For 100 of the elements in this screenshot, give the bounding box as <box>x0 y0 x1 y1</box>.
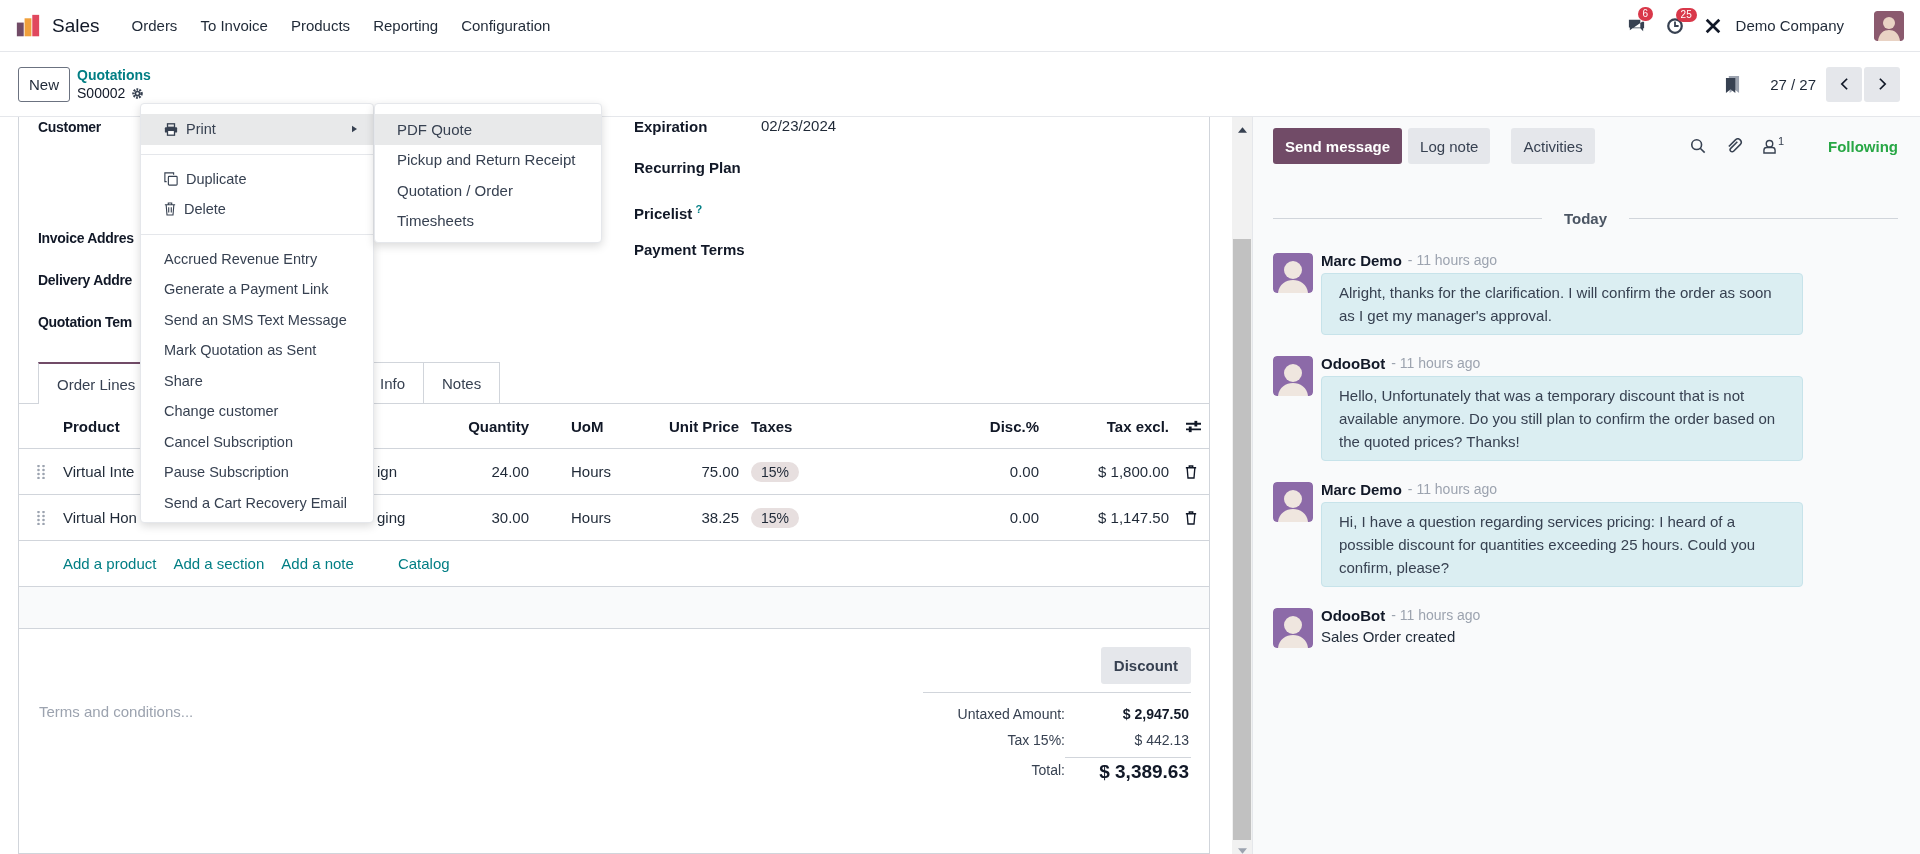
message-bubble: Alright, thanks for the clarification. I will confirm the order as soon as I get my manager's approval. <box>1321 273 1803 335</box>
menu-item[interactable]: Print <box>141 114 373 145</box>
trash-icon <box>164 202 176 217</box>
author-avatar[interactable] <box>1273 356 1313 396</box>
table-cell-text: 38.25 <box>700 509 740 526</box>
search-icon[interactable] <box>1689 138 1706 154</box>
nav-menu-item[interactable]: Configuration <box>451 17 564 34</box>
add-line-link[interactable]: Add a product <box>63 555 157 572</box>
menu-item[interactable]: Cancel Subscription <box>141 426 373 457</box>
gear-icon[interactable] <box>131 86 145 100</box>
clock-icon[interactable] <box>1665 16 1684 35</box>
app-logo-icon[interactable] <box>16 13 40 38</box>
message-time: - 11 hours ago <box>1391 607 1481 624</box>
author-name[interactable]: OdooBot <box>1321 607 1386 624</box>
menu-item[interactable]: Duplicate <box>141 163 373 194</box>
drag-handle-icon[interactable] <box>37 464 45 479</box>
trash-icon[interactable] <box>1185 464 1197 479</box>
table-cell-text: $ 1,800.00 <box>1097 463 1170 480</box>
tax-tag: 15% <box>751 508 800 528</box>
table-cell-text: Hours <box>570 509 612 526</box>
app-name[interactable]: Sales <box>52 14 100 37</box>
tab[interactable]: Notes <box>423 362 501 403</box>
breadcrumb-link[interactable]: Quotations <box>77 66 151 84</box>
nav-menu-item[interactable]: To Invoice <box>190 17 281 34</box>
caret-icon <box>352 125 357 134</box>
nav-menu-item[interactable]: Orders <box>121 17 191 34</box>
total-value: $ 2,947.50 <box>1121 706 1190 722</box>
add-line-link[interactable]: Add a section <box>173 555 265 572</box>
table-cell-text: 75.00 <box>700 463 740 480</box>
menu-item[interactable]: Generate a Payment Link <box>141 274 373 305</box>
submenu-item[interactable]: Pickup and Return Receipt <box>375 144 601 175</box>
menu-item[interactable]: Accrued Revenue Entry <box>141 243 373 274</box>
author-avatar[interactable] <box>1273 253 1313 293</box>
table-cell: Virtual Inte <box>63 463 135 480</box>
follower-icon[interactable] <box>1762 138 1776 154</box>
next-button[interactable] <box>1864 66 1900 102</box>
author-avatar[interactable] <box>1273 482 1313 522</box>
tax-tag: 15% <box>751 462 800 482</box>
table-cell-text: Hours <box>570 463 612 480</box>
column-header[interactable]: UoM <box>541 417 641 435</box>
column-header[interactable]: Taxes <box>751 417 901 435</box>
user-avatar[interactable] <box>1874 10 1904 41</box>
message-bubble: Hi, I have a question regarding services pricing: I heard of a possible discount for quantities exceeding 25 hours. Could you confirm, please? <box>1321 502 1803 587</box>
nav-menu-item[interactable]: Reporting <box>363 17 452 34</box>
field-label: Invoice Addres <box>38 229 134 248</box>
drag-handle-icon[interactable] <box>37 510 45 525</box>
total-label: Total: <box>1030 762 1065 778</box>
column-header[interactable]: Disc.% <box>901 417 1051 435</box>
submenu-item[interactable]: Quotation / Order <box>375 175 601 206</box>
date-field[interactable]: 02/23/2024 <box>761 117 837 134</box>
field-label: Recurring Plan <box>634 158 742 178</box>
author-name[interactable]: OdooBot <box>1321 355 1386 372</box>
author-avatar[interactable] <box>1273 608 1313 648</box>
discount-button[interactable]: Discount <box>1100 647 1191 684</box>
author-name[interactable]: Marc Demo <box>1321 481 1402 498</box>
menu-item[interactable]: Send a Cart Recovery Email <box>141 487 373 518</box>
nav-menu-item[interactable]: Products <box>280 17 364 34</box>
menu-item[interactable]: Send an SMS Text Message <box>141 304 373 335</box>
message-time: - 11 hours ago <box>1407 481 1498 498</box>
trash-icon[interactable] <box>1185 510 1197 525</box>
column-header[interactable]: Quantity <box>456 417 541 435</box>
company-name[interactable]: Demo Company <box>1735 17 1844 34</box>
column-header[interactable]: Tax excl. <box>1051 417 1181 435</box>
author-name[interactable]: Marc Demo <box>1321 252 1402 269</box>
copy-icon <box>164 171 178 186</box>
message-time: - 11 hours ago <box>1407 252 1498 269</box>
total-value: $ 3,389.63 <box>1065 757 1191 783</box>
message-count-badge: 6 <box>1637 7 1654 21</box>
column-header[interactable]: Unit Price <box>641 417 751 435</box>
menu-item[interactable]: Pause Subscription <box>141 457 373 488</box>
table-cell-text: 30.00 <box>490 509 530 526</box>
activities-button[interactable]: Activities <box>1511 128 1595 164</box>
new-button[interactable]: New <box>18 66 70 102</box>
chatter-tab-button[interactable]: Log note <box>1408 128 1491 164</box>
chatter-tab-button[interactable]: Send message <box>1273 128 1403 164</box>
table-cell-text: 0.00 <box>1008 509 1040 526</box>
pager-value[interactable]: 27 / 27 <box>1770 75 1816 93</box>
column-settings-icon[interactable] <box>1185 418 1202 434</box>
field-label: Pricelist $^{?}$ <box>634 202 704 224</box>
bookmark-icon[interactable] <box>1725 74 1741 94</box>
record-name: S00002 <box>77 84 126 102</box>
total-label: Untaxed Amount: <box>956 706 1065 722</box>
add-line-link[interactable]: Add a note <box>281 555 354 572</box>
total-label: Tax 15%: <box>1006 732 1065 748</box>
date-separator: Today <box>1562 210 1609 227</box>
scroll-up-icon[interactable] <box>1237 127 1247 133</box>
table-cell-text: 0.00 <box>1008 463 1040 480</box>
message-time: - 11 hours ago <box>1391 355 1481 372</box>
menu-item[interactable]: Delete <box>141 194 373 225</box>
field-label: Expiration <box>634 117 709 137</box>
total-value: $ 442.13 <box>1133 732 1190 748</box>
field-label: Quotation Tem <box>38 313 132 332</box>
table-cell: ging <box>377 509 406 526</box>
table-cell-text: $ 1,147.50 <box>1097 509 1170 526</box>
submenu-item[interactable]: Timesheets <box>375 205 601 236</box>
scrollbar[interactable] <box>1232 117 1252 854</box>
submenu-item[interactable]: PDF Quote <box>375 114 601 145</box>
chevron-left-icon <box>1839 77 1849 91</box>
previous-button[interactable] <box>1826 66 1862 102</box>
add-line-link[interactable]: Catalog <box>397 555 450 572</box>
